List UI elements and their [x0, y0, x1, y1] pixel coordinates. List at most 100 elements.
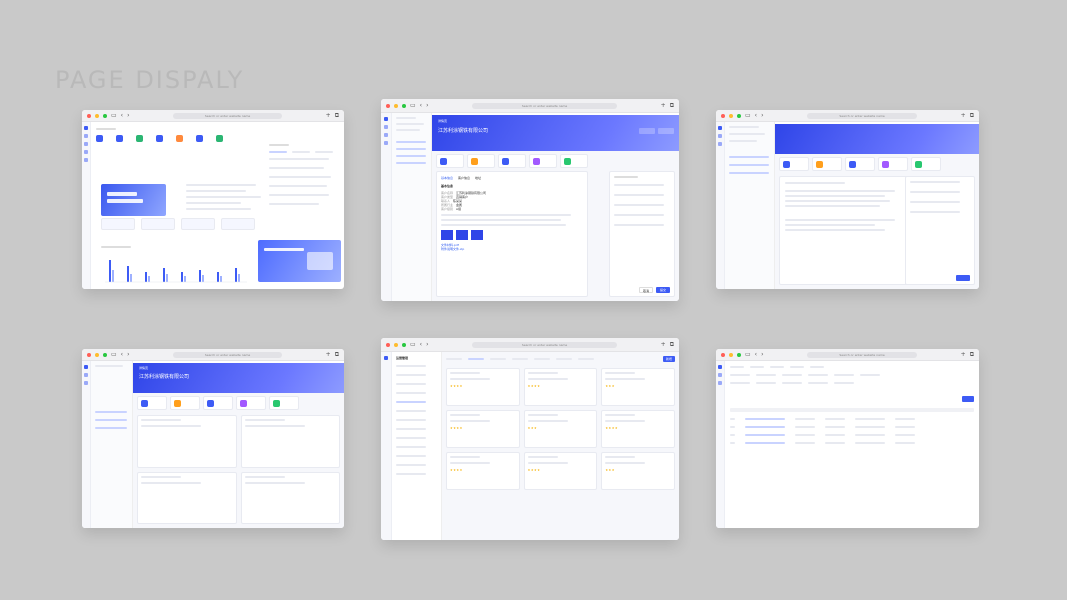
drawer: 详情页 江苏利涂钢铁有限公司 — [133, 363, 344, 528]
sidebar-icon[interactable]: ▭ — [111, 351, 117, 358]
app-icon[interactable] — [196, 135, 203, 142]
tabs-icon[interactable]: ⧉ — [670, 341, 674, 348]
nav-icon[interactable] — [84, 134, 88, 138]
file-link[interactable]: 附件说明文件.zip — [441, 247, 583, 251]
nav-icon[interactable] — [718, 381, 722, 385]
action-button[interactable] — [658, 128, 674, 134]
back-icon[interactable]: ‹ — [755, 351, 757, 358]
nav-icon[interactable] — [84, 373, 88, 377]
tab-customer[interactable]: 客户信息 — [458, 176, 470, 180]
rating: ★★★ — [605, 384, 615, 388]
tabs-icon[interactable]: ⧉ — [335, 351, 339, 358]
sidebar-icon[interactable]: ▭ — [745, 112, 751, 119]
cancel-button[interactable]: 取消 — [639, 287, 653, 293]
plus-icon[interactable]: + — [661, 341, 666, 348]
close-dot[interactable] — [386, 342, 390, 347]
url-bar[interactable]: Search or enter website name — [173, 112, 282, 119]
rating: ★★★★ — [605, 426, 619, 430]
add-button[interactable]: 新增 — [663, 356, 675, 362]
promo-banner[interactable] — [101, 184, 166, 216]
tabs-icon[interactable]: ⧉ — [970, 112, 974, 119]
back-icon[interactable]: ‹ — [420, 102, 422, 109]
tabs-icon[interactable]: ⧉ — [670, 102, 674, 109]
app-icon[interactable] — [216, 135, 223, 142]
back-icon[interactable]: ‹ — [121, 112, 123, 119]
content: 新增 ★★★★ ★★★★ ★★★ ★★★★ ★★★ ★★★★ ★★★★ ★★★★… — [442, 352, 679, 540]
maximize-dot[interactable] — [103, 352, 107, 357]
url-bar[interactable]: Search or enter website name — [472, 102, 617, 109]
url-bar[interactable]: Search or enter website name — [173, 351, 282, 358]
minimize-dot[interactable] — [394, 342, 398, 347]
timeline-body — [725, 122, 979, 289]
submit-button[interactable]: 提交 — [656, 287, 670, 293]
company-name: 江苏利涂钢铁有限公司 — [139, 374, 190, 380]
promo-card[interactable] — [258, 240, 341, 282]
sidebar-icon[interactable]: ▭ — [410, 102, 416, 109]
close-dot[interactable] — [721, 352, 725, 357]
side-form — [905, 176, 975, 285]
forward-icon[interactable]: › — [761, 112, 763, 119]
minimize-dot[interactable] — [95, 113, 99, 118]
nav-icon[interactable] — [718, 373, 722, 377]
plus-icon[interactable]: + — [326, 351, 331, 358]
minimize-dot[interactable] — [95, 352, 99, 357]
maximize-dot[interactable] — [103, 113, 107, 118]
url-bar[interactable]: Search or enter website name — [807, 351, 917, 358]
nav-icon[interactable] — [718, 134, 722, 138]
app-icon[interactable] — [156, 135, 163, 142]
card-grid — [137, 415, 340, 524]
minimize-dot[interactable] — [729, 352, 733, 357]
forward-icon[interactable]: › — [761, 351, 763, 358]
nav-icon[interactable] — [84, 158, 88, 162]
tab-basic[interactable]: 基本信息 — [441, 176, 453, 180]
back-icon[interactable]: ‹ — [420, 341, 422, 348]
close-dot[interactable] — [386, 103, 390, 108]
action-button[interactable] — [639, 128, 655, 134]
nav-icon[interactable] — [84, 381, 88, 385]
maximize-dot[interactable] — [402, 103, 406, 108]
plus-icon[interactable]: + — [326, 112, 331, 119]
plus-icon[interactable]: + — [661, 102, 666, 109]
close-dot[interactable] — [87, 352, 91, 357]
maximize-dot[interactable] — [402, 342, 406, 347]
close-dot[interactable] — [721, 113, 725, 118]
submit-button[interactable] — [956, 275, 970, 281]
tab-address[interactable]: 地址 — [475, 176, 481, 180]
nav-menu: 运营管理 — [392, 352, 442, 540]
tabs-icon[interactable]: ⧉ — [970, 351, 974, 358]
app-icon[interactable] — [136, 135, 143, 142]
nav-icon[interactable] — [384, 133, 388, 137]
nav-icon[interactable] — [84, 150, 88, 154]
close-dot[interactable] — [87, 113, 91, 118]
nav-icon[interactable] — [718, 142, 722, 146]
url-bar[interactable]: Search or enter website name — [472, 341, 617, 348]
forward-icon[interactable]: › — [426, 102, 428, 109]
sidebar-icon[interactable]: ▭ — [410, 341, 416, 348]
maximize-dot[interactable] — [737, 113, 741, 118]
plus-icon[interactable]: + — [961, 351, 966, 358]
back-icon[interactable]: ‹ — [755, 112, 757, 119]
minimize-dot[interactable] — [394, 103, 398, 108]
maximize-dot[interactable] — [737, 352, 741, 357]
rating: ★★★★ — [527, 468, 541, 472]
add-button[interactable] — [962, 396, 974, 402]
forward-icon[interactable]: › — [426, 341, 428, 348]
forward-icon[interactable]: › — [127, 351, 129, 358]
back-icon[interactable]: ‹ — [121, 351, 123, 358]
app-icon[interactable] — [96, 135, 103, 142]
minimize-dot[interactable] — [729, 113, 733, 118]
timeline-card — [779, 176, 913, 285]
plus-icon[interactable]: + — [961, 112, 966, 119]
app-icon[interactable] — [116, 135, 123, 142]
nav-icon[interactable] — [384, 141, 388, 145]
nav-icon[interactable] — [84, 142, 88, 146]
sidebar-icon[interactable]: ▭ — [111, 112, 117, 119]
nav-icon[interactable] — [384, 125, 388, 129]
url-bar[interactable]: Search or enter website name — [807, 112, 917, 119]
forward-icon[interactable]: › — [127, 112, 129, 119]
tabs-icon[interactable]: ⧉ — [335, 112, 339, 119]
window-cards: ▭ ‹ › Search or enter website name + ⧉ 详… — [82, 349, 344, 528]
sidebar-icon[interactable]: ▭ — [745, 351, 751, 358]
app-icon[interactable] — [176, 135, 183, 142]
window-operations: ▭ ‹ › Search or enter website name + ⧉ 运… — [381, 338, 679, 540]
